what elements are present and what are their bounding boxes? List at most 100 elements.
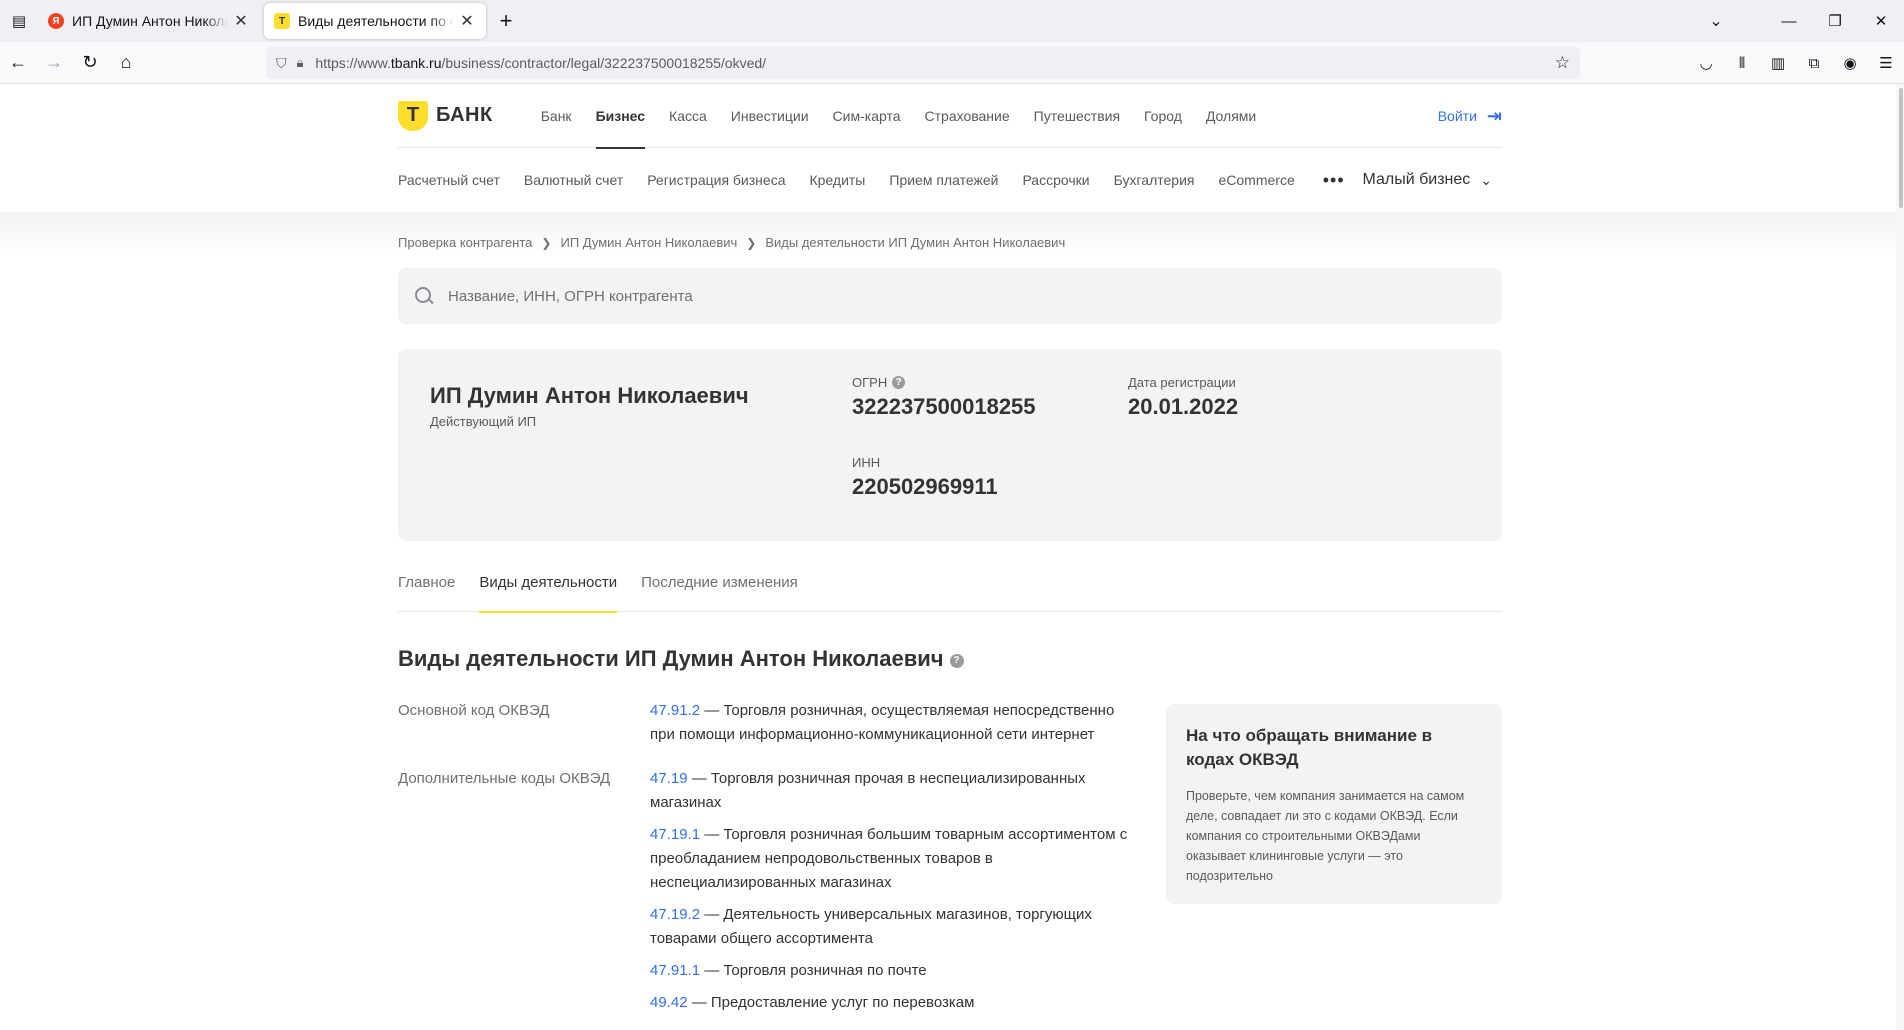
subnav-item-payments[interactable]: Прием платежей <box>889 172 998 188</box>
home-icon[interactable]: ⌂ <box>108 47 144 79</box>
logo-text: БАНК <box>436 104 493 126</box>
tbank-logo[interactable]: Т БАНК <box>398 100 493 131</box>
reg-date-fact: Дата регистрации 20.01.2022 <box>1128 375 1238 420</box>
minimize-icon[interactable]: — <box>1766 0 1812 42</box>
subnav-item-installments[interactable]: Рассрочки <box>1022 172 1089 188</box>
okved-code-link[interactable]: 47.19.2 <box>650 906 700 923</box>
tbank-favicon-icon: Т <box>274 13 290 29</box>
reload-icon[interactable]: ↻ <box>72 47 108 79</box>
bookmark-star-icon[interactable]: ☆ <box>1555 53 1570 73</box>
back-icon[interactable]: ← <box>0 47 36 79</box>
subnav-item-credits[interactable]: Кредиты <box>809 172 865 188</box>
page-scrollbar[interactable] <box>1896 84 1904 1030</box>
okved-description: — Торговля розничная по почте <box>700 962 927 979</box>
main-nav: Банк Бизнес Касса Инвестиции Сим-карта С… <box>541 84 1281 149</box>
segment-dropdown[interactable]: Малый бизнес ⌄ <box>1362 171 1492 189</box>
okved-code-link[interactable]: 49.42 <box>650 994 688 1011</box>
library-icon[interactable]: ⫴ <box>1724 47 1760 79</box>
extensions-icon[interactable]: ⧉ <box>1796 47 1832 79</box>
subnav-item-account[interactable]: Расчетный счет <box>398 172 500 188</box>
nav-item-sim-card[interactable]: Сим-карта <box>833 84 901 148</box>
nav-item-bank[interactable]: Банк <box>541 84 572 148</box>
search-input[interactable] <box>448 287 1348 305</box>
menu-icon[interactable]: ☰ <box>1868 47 1904 79</box>
business-subnav: Расчетный счет Валютный счет Регистрация… <box>398 148 1502 212</box>
forward-icon[interactable]: → <box>36 47 72 79</box>
search-icon <box>414 286 434 306</box>
nav-item-investments[interactable]: Инвестиции <box>731 84 809 148</box>
tab-changes[interactable]: Последние изменения <box>641 564 798 612</box>
company-status: Действующий ИП <box>430 414 537 429</box>
account-icon[interactable]: ◉ <box>1832 47 1868 79</box>
pocket-icon[interactable]: ◡ <box>1688 47 1724 79</box>
nav-item-business[interactable]: Бизнес <box>595 84 646 149</box>
chevron-right-icon: ❯ <box>746 235 757 250</box>
nav-item-insurance[interactable]: Страхование <box>925 84 1010 148</box>
extra-okved-label: Дополнительные коды ОКВЭД <box>398 770 611 787</box>
close-tab-icon[interactable]: ✕ <box>458 11 476 31</box>
more-dots-icon[interactable]: ••• <box>1323 170 1345 191</box>
tab-title: ИП Думин Антон Николаевич <box>72 13 228 29</box>
subnav-item-registration[interactable]: Регистрация бизнеса <box>647 172 785 188</box>
main-okved-list: 47.91.2 — Торговля розничная, осуществля… <box>650 699 1130 755</box>
restore-icon[interactable]: ❐ <box>1812 0 1858 42</box>
chevron-right-icon: ❯ <box>541 235 552 250</box>
okved-description: — Торговля розничная большим товарным ас… <box>650 826 1128 891</box>
browser-tab-1[interactable]: Я ИП Думин Антон Николаевич ✕ <box>38 3 260 39</box>
help-icon[interactable]: ? <box>949 653 964 668</box>
reg-date-label: Дата регистрации <box>1128 375 1236 390</box>
tab-list-icon[interactable]: ▤ <box>0 0 38 42</box>
tip-title: На что обращать внимание в кодах ОКВЭД <box>1186 726 1433 769</box>
tab-activities[interactable]: Виды деятельности <box>479 564 617 613</box>
okved-entry: 47.19.2 — Деятельность универсальных маг… <box>650 903 1130 951</box>
close-tab-icon[interactable]: ✕ <box>232 11 250 31</box>
new-tab-button[interactable]: + <box>490 3 522 39</box>
inn-fact: ИНН 220502969911 <box>852 455 998 500</box>
browser-toolbar: ← → ↻ ⌂ ⛉ 🔒︎ https://www.tbank.ru/busine… <box>0 42 1904 84</box>
sidebar-icon[interactable]: ▥ <box>1760 47 1796 79</box>
browser-tab-2[interactable]: Т Виды деятельности по ОКВЭД ✕ <box>264 3 486 39</box>
okved-tip-card: На что обращать внимание в кодах ОКВЭД П… <box>1166 704 1502 904</box>
okved-code-link[interactable]: 47.19 <box>650 770 688 787</box>
company-card: ИП Думин Антон Николаевич Действующий ИП… <box>398 349 1502 541</box>
subnav-item-currency[interactable]: Валютный счет <box>524 172 623 188</box>
okved-entry: 47.19.1 — Торговля розничная большим тов… <box>650 823 1130 895</box>
site-header: Т БАНК Банк Бизнес Касса Инвестиции Сим-… <box>398 84 1502 149</box>
breadcrumb: Проверка контрагента ❯ ИП Думин Антон Ни… <box>398 235 1065 250</box>
okved-entry: 49.42 — Предоставление услуг по перевозк… <box>650 991 1130 1015</box>
login-button[interactable]: Войти ⇥ <box>1438 84 1502 148</box>
nav-item-kassa[interactable]: Касса <box>669 84 707 148</box>
tab-main[interactable]: Главное <box>398 564 455 612</box>
tab-title: Виды деятельности по ОКВЭД <box>298 13 454 29</box>
section-title: Виды деятельности ИП Думин Антон Николае… <box>398 646 964 672</box>
scrollbar-thumb[interactable] <box>1899 88 1903 208</box>
ogrn-fact: ОГРН? 322237500018255 <box>852 375 1036 420</box>
subnav-item-ecommerce[interactable]: eCommerce <box>1218 172 1294 188</box>
nav-item-dolyami[interactable]: Долями <box>1206 84 1256 148</box>
okved-code-link[interactable]: 47.91.1 <box>650 962 700 979</box>
subnav-item-accounting[interactable]: Бухгалтерия <box>1114 172 1195 188</box>
lock-icon[interactable]: 🔒︎ <box>297 55 304 71</box>
shield-icon[interactable]: ⛉ <box>276 55 287 72</box>
okved-code-link[interactable]: 47.19.1 <box>650 826 700 843</box>
okved-description: — Деятельность универсальных магазинов, … <box>650 906 1092 947</box>
nav-item-city[interactable]: Город <box>1144 84 1182 148</box>
extra-okved-list: 47.19 — Торговля розничная прочая в несп… <box>650 767 1130 1023</box>
yandex-favicon-icon: Я <box>48 13 64 29</box>
logo-shield-icon: Т <box>398 100 428 131</box>
breadcrumb-item-company[interactable]: ИП Думин Антон Николаевич <box>560 235 737 250</box>
okved-code-link[interactable]: 47.91.2 <box>650 702 700 719</box>
url-text[interactable]: https://www.tbank.ru/business/contractor… <box>315 55 766 71</box>
help-icon[interactable]: ? <box>892 376 906 389</box>
reg-date-value: 20.01.2022 <box>1128 394 1239 419</box>
breadcrumb-item-check[interactable]: Проверка контрагента <box>398 235 532 250</box>
address-bar[interactable]: ⛉ 🔒︎ https://www.tbank.ru/business/contr… <box>266 47 1580 79</box>
nav-item-travel[interactable]: Путешествия <box>1034 84 1120 148</box>
inn-label: ИНН <box>852 455 881 470</box>
contractor-search[interactable] <box>398 268 1502 324</box>
window-close-icon[interactable]: ✕ <box>1858 0 1904 42</box>
company-name: ИП Думин Антон Николаевич <box>430 383 749 408</box>
login-arrow-icon: ⇥ <box>1486 105 1502 126</box>
chevron-down-icon[interactable]: ⌄ <box>1698 0 1734 42</box>
breadcrumb-item-current: Виды деятельности ИП Думин Антон Николае… <box>765 235 1066 250</box>
